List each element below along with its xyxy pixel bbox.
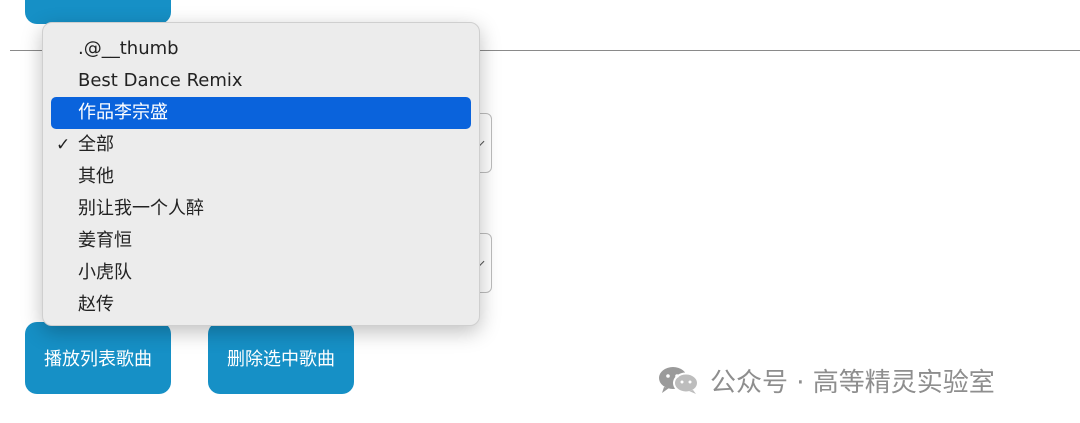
- dropdown-option[interactable]: Best Dance Remix: [51, 65, 471, 97]
- option-label: Best Dance Remix: [78, 70, 243, 91]
- option-label: 姜育恒: [78, 230, 132, 251]
- watermark: 公众号 · 高等精灵实验室: [658, 360, 995, 400]
- dropdown-option[interactable]: 赵传: [51, 289, 471, 321]
- option-label: 别让我一个人醉: [78, 198, 204, 219]
- option-label: 赵传: [78, 294, 114, 315]
- top-button-partial[interactable]: [25, 0, 171, 24]
- wechat-icon: [659, 367, 699, 394]
- dropdown-option[interactable]: 小虎队: [51, 257, 471, 289]
- option-label: 小虎队: [78, 262, 132, 283]
- playlist-dropdown-menu[interactable]: .@__thumb Best Dance Remix 作品李宗盛 ✓ 全部 其他 …: [42, 22, 480, 326]
- dropdown-option-highlighted[interactable]: 作品李宗盛: [51, 97, 471, 129]
- dropdown-option[interactable]: 其他: [51, 161, 471, 193]
- option-label: .@__thumb: [78, 38, 179, 59]
- dropdown-option[interactable]: .@__thumb: [51, 33, 471, 65]
- checkmark-icon: ✓: [56, 135, 71, 155]
- option-label: 全部: [78, 134, 114, 155]
- play-playlist-button[interactable]: 播放列表歌曲: [25, 322, 171, 394]
- option-label: 作品李宗盛: [78, 102, 168, 123]
- dropdown-option[interactable]: 姜育恒: [51, 225, 471, 257]
- option-label: 其他: [78, 166, 114, 187]
- watermark-text: 公众号 · 高等精灵实验室: [710, 367, 995, 398]
- dropdown-option-selected[interactable]: ✓ 全部: [51, 129, 471, 161]
- delete-selected-button[interactable]: 删除选中歌曲: [208, 322, 354, 394]
- dropdown-option[interactable]: 别让我一个人醉: [51, 193, 471, 225]
